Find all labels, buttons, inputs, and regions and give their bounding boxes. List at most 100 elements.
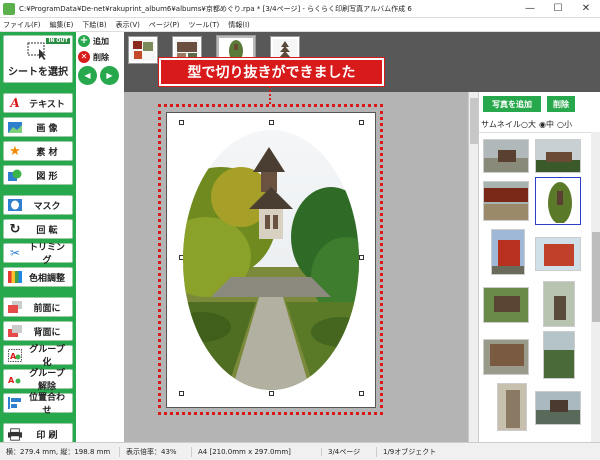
minimize-button[interactable]: — bbox=[516, 0, 544, 18]
arrow-left-icon: ◀ bbox=[84, 71, 91, 80]
menu-tools[interactable]: ツール(T) bbox=[188, 20, 219, 30]
status-objects: 1/9オブジェクト bbox=[383, 447, 437, 456]
mask-icon bbox=[8, 199, 22, 212]
rotate-label: 回 転 bbox=[36, 225, 58, 236]
shape-label: 図 形 bbox=[36, 171, 58, 182]
thumbnail-label: サムネイル bbox=[481, 120, 521, 129]
menu-view[interactable]: 表示(V) bbox=[116, 20, 140, 30]
thumbnail-size-options: ○大 ◉中 ○小 bbox=[521, 119, 572, 130]
delete-page-button[interactable]: ✕ 削除 bbox=[78, 50, 122, 64]
status-paper: A4 [210.0mm x 297.0mm] bbox=[192, 447, 322, 456]
photo-thumb[interactable] bbox=[483, 181, 529, 221]
cursor-select-icon bbox=[27, 42, 46, 60]
color-adjust-label: 色相調整 bbox=[28, 273, 65, 284]
bring-front-button[interactable]: 前面に bbox=[3, 297, 73, 317]
trimming-label: トリミング bbox=[28, 243, 65, 266]
photo-thumb[interactable] bbox=[535, 391, 581, 425]
status-page: 3/4ページ bbox=[322, 446, 377, 457]
page-tools: + 追加 ✕ 削除 ◀ ▶ bbox=[76, 32, 124, 92]
mask-label: マスク bbox=[33, 201, 61, 212]
photo-thumb[interactable] bbox=[535, 237, 581, 271]
send-back-icon bbox=[8, 325, 22, 338]
ungroup-label: グループ解除 bbox=[29, 369, 65, 392]
ungroup-button[interactable]: A グループ解除 bbox=[3, 369, 73, 392]
group-label: グループ化 bbox=[29, 345, 65, 368]
svg-text:A: A bbox=[8, 376, 15, 385]
menu-background[interactable]: 下絵(B) bbox=[82, 20, 106, 30]
size-small-label: 小 bbox=[563, 120, 572, 129]
bring-front-label: 前面に bbox=[33, 303, 61, 314]
size-medium-label: 中 bbox=[545, 120, 554, 129]
star-icon: ★ bbox=[9, 143, 21, 159]
material-label: 素 材 bbox=[36, 147, 58, 158]
close-button[interactable]: ✕ bbox=[572, 0, 600, 18]
rotate-icon: ↻ bbox=[9, 221, 21, 237]
add-page-button[interactable]: + 追加 bbox=[78, 34, 122, 48]
color-bars-icon bbox=[8, 271, 22, 284]
delete-page-label: 削除 bbox=[93, 52, 109, 62]
color-adjust-button[interactable]: 色相調整 bbox=[3, 267, 73, 287]
photo-thumb[interactable] bbox=[491, 229, 525, 275]
group-icon: A bbox=[8, 348, 22, 362]
next-page-button[interactable]: ▶ bbox=[100, 66, 119, 85]
add-page-label: 追加 bbox=[93, 36, 109, 46]
text-button[interactable]: A テキスト bbox=[3, 93, 73, 113]
status-zoom: 表示倍率：43% bbox=[120, 446, 192, 457]
photo-thumb[interactable] bbox=[483, 339, 529, 375]
image-label: 画 像 bbox=[36, 123, 58, 134]
photo-thumb-selected[interactable] bbox=[535, 177, 581, 225]
material-button[interactable]: ★ 素 材 bbox=[3, 141, 73, 161]
app-icon bbox=[3, 2, 15, 15]
image-button[interactable]: 画 像 bbox=[3, 117, 73, 137]
align-label: 位置合わせ bbox=[28, 393, 65, 416]
photo-thumb[interactable] bbox=[483, 139, 529, 173]
menu-file[interactable]: ファイル(F) bbox=[3, 20, 41, 30]
select-sheet-button[interactable]: IN OUT シートを選択 bbox=[3, 35, 73, 83]
status-bar: 横：279.4 mm, 縦：198.8 mm 表示倍率：43% A4 [210.… bbox=[0, 442, 600, 460]
delete-photo-button[interactable]: 削除 bbox=[547, 96, 575, 112]
photo-list-scrollbar[interactable] bbox=[591, 132, 600, 442]
trimming-button[interactable]: ✂ トリミング bbox=[3, 243, 73, 266]
canvas-scrollbar[interactable] bbox=[468, 92, 478, 442]
align-button[interactable]: 位置合わせ bbox=[3, 393, 73, 416]
print-label: 印 刷 bbox=[36, 430, 58, 441]
photo-thumb[interactable] bbox=[535, 139, 581, 173]
size-small-radio[interactable]: ○小 bbox=[557, 119, 572, 130]
prev-page-button[interactable]: ◀ bbox=[78, 66, 97, 85]
callout-pointer bbox=[269, 86, 271, 104]
rotate-button[interactable]: ↻ 回 転 bbox=[3, 219, 73, 239]
text-icon: A bbox=[10, 96, 20, 110]
title-bar: C:¥ProgramData¥De-net¥rakuprint_album6¥a… bbox=[0, 0, 600, 18]
maximize-button[interactable]: ☐ bbox=[544, 0, 572, 18]
menu-page[interactable]: ページ(P) bbox=[149, 20, 180, 30]
send-back-label: 背面に bbox=[33, 327, 61, 338]
left-tool-panel: IN OUT シートを選択 A テキスト 画 像 ★ 素 材 図 形 マスク ↻… bbox=[0, 32, 76, 445]
group-button[interactable]: A グループ化 bbox=[3, 345, 73, 368]
image-icon bbox=[8, 121, 22, 134]
menu-bar: ファイル(F) 編集(E) 下絵(B) 表示(V) ページ(P) ツール(T) … bbox=[0, 18, 600, 32]
size-medium-radio[interactable]: ◉中 bbox=[539, 119, 554, 130]
mask-button[interactable]: マスク bbox=[3, 195, 73, 215]
inout-badge: IN OUT bbox=[46, 38, 70, 44]
shape-button[interactable]: 図 形 bbox=[3, 165, 73, 185]
page-thumb-1[interactable] bbox=[128, 36, 158, 64]
text-label: テキスト bbox=[29, 99, 65, 110]
photo-thumb[interactable] bbox=[497, 383, 527, 431]
menu-info[interactable]: 情報(I) bbox=[228, 20, 250, 30]
send-back-button[interactable]: 背面に bbox=[3, 321, 73, 341]
photo-thumb[interactable] bbox=[543, 281, 575, 327]
add-photo-button[interactable]: 写真を追加 bbox=[483, 96, 541, 112]
x-icon: ✕ bbox=[78, 51, 90, 63]
select-sheet-label: シートを選択 bbox=[8, 67, 68, 78]
scissors-icon: ✂ bbox=[9, 246, 21, 260]
photo-thumbnail-list bbox=[479, 132, 591, 442]
menu-edit[interactable]: 編集(E) bbox=[50, 20, 74, 30]
window-title: C:¥ProgramData¥De-net¥rakuprint_album6¥a… bbox=[19, 4, 412, 13]
photo-thumb[interactable] bbox=[483, 287, 529, 323]
plus-icon: + bbox=[78, 35, 90, 47]
photo-thumb[interactable] bbox=[543, 331, 575, 379]
status-dimensions: 横：279.4 mm, 縦：198.8 mm bbox=[0, 446, 120, 457]
highlight-frame bbox=[158, 104, 383, 415]
arrow-right-icon: ▶ bbox=[106, 71, 113, 80]
size-large-radio[interactable]: ○大 bbox=[521, 119, 536, 130]
